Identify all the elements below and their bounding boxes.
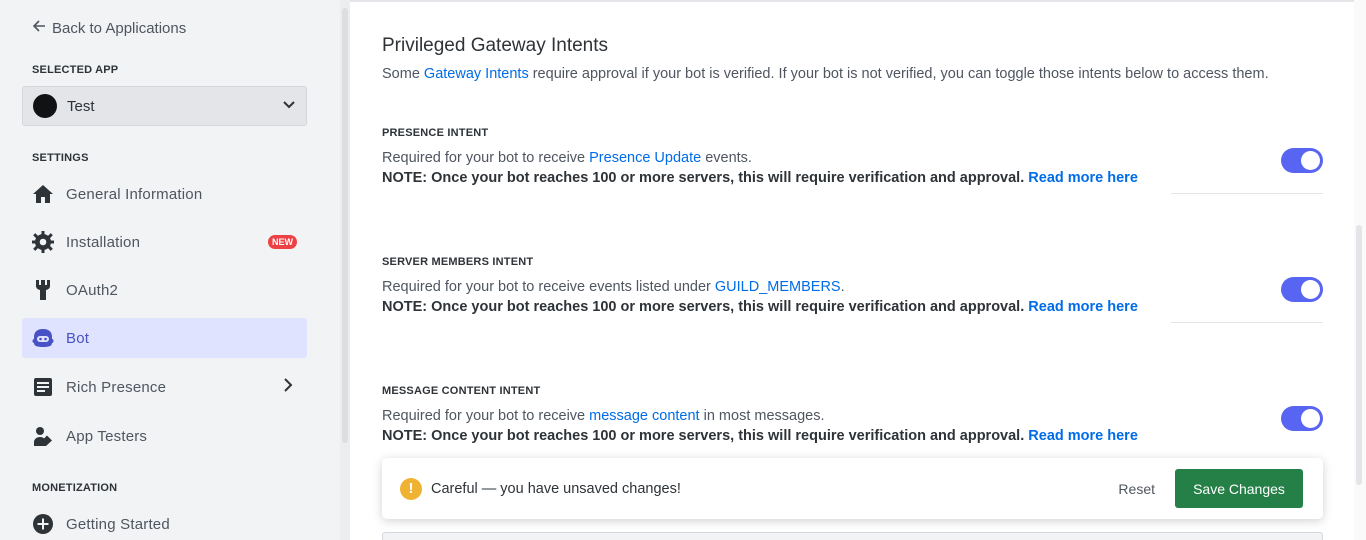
toggle-knob — [1301, 151, 1320, 170]
settings-heading: SETTINGS — [32, 152, 89, 164]
app-selector-dropdown[interactable]: Test — [22, 86, 307, 126]
read-more-link[interactable]: Read more here — [1028, 170, 1138, 186]
gateway-intents-link[interactable]: Gateway Intents — [424, 66, 529, 82]
page-title: Privileged Gateway Intents — [382, 35, 609, 56]
message-content-intent-description: Required for your bot to receive message… — [382, 408, 825, 424]
toggle-knob — [1301, 409, 1320, 428]
selected-app-heading: SELECTED APP — [32, 64, 119, 76]
plus-circle-icon — [32, 513, 54, 535]
back-to-applications-link[interactable]: Back to Applications — [32, 18, 186, 38]
next-section-box — [382, 532, 1323, 540]
new-badge: NEW — [268, 235, 297, 249]
desc-suffix: . — [840, 279, 845, 295]
app-avatar — [33, 94, 57, 118]
bot-icon — [32, 327, 54, 349]
back-label: Back to Applications — [52, 19, 187, 37]
divider — [1171, 193, 1323, 194]
sidebar-item-label: OAuth2 — [66, 281, 119, 299]
sidebar-item-label: General Information — [66, 185, 203, 203]
sidebar-item-getting-started[interactable]: Getting Started — [22, 504, 307, 540]
message-content-intent-toggle[interactable] — [1281, 406, 1323, 431]
section-description: Some Gateway Intents require approval if… — [382, 66, 1269, 82]
sidebar-item-label: App Testers — [66, 427, 148, 445]
desc-suffix: in most messages. — [699, 408, 825, 424]
chevron-down-icon — [282, 97, 296, 115]
message-content-intent-note: NOTE: Once your bot reaches 100 or more … — [382, 428, 1138, 444]
presence-intent-note: NOTE: Once your bot reaches 100 or more … — [382, 170, 1138, 186]
sidebar-item-label: Installation — [66, 233, 141, 251]
selected-app-name: Test — [67, 97, 95, 115]
warning-icon: ! — [400, 477, 422, 500]
desc-prefix: Required for your bot to receive events … — [382, 279, 715, 295]
chevron-right-icon — [283, 377, 293, 397]
main-scrollbar-thumb[interactable] — [1356, 225, 1362, 485]
desc-prefix: Required for your bot to receive — [382, 408, 590, 424]
sidebar-item-label: Rich Presence — [66, 378, 167, 396]
read-more-link[interactable]: Read more here — [1028, 299, 1138, 315]
desc-suffix: require approval if your bot is verified… — [528, 66, 1269, 82]
sidebar-item-oauth2[interactable]: OAuth2 — [22, 270, 307, 310]
toggle-knob — [1301, 280, 1320, 299]
unsaved-changes-message: Careful — you have unsaved changes! — [431, 480, 681, 497]
wrench-icon — [32, 279, 54, 301]
arrow-left-icon — [32, 19, 46, 37]
sidebar: Back to Applications SELECTED APP Test S… — [0, 0, 340, 540]
user-icon — [32, 425, 54, 447]
guild-members-link[interactable]: GUILD_MEMBERS — [715, 279, 841, 295]
sidebar-item-installation[interactable]: Installation NEW — [22, 222, 307, 262]
sidebar-item-app-testers[interactable]: App Testers — [22, 416, 307, 456]
message-content-intent-label: MESSAGE CONTENT INTENT — [382, 385, 541, 397]
server-members-intent-toggle[interactable] — [1281, 277, 1323, 302]
read-more-link[interactable]: Read more here — [1028, 428, 1138, 444]
unsaved-changes-bar: ! Careful — you have unsaved changes! Re… — [382, 458, 1323, 519]
presence-update-link[interactable]: Presence Update — [589, 150, 701, 166]
note-text: NOTE: Once your bot reaches 100 or more … — [382, 299, 1025, 315]
reset-button[interactable]: Reset — [1118, 481, 1155, 497]
presence-intent-label: PRESENCE INTENT — [382, 127, 489, 139]
presence-intent-toggle[interactable] — [1281, 148, 1323, 173]
sidebar-item-bot[interactable]: Bot — [22, 318, 307, 358]
document-icon — [32, 376, 54, 398]
server-members-intent-note: NOTE: Once your bot reaches 100 or more … — [382, 299, 1138, 315]
divider — [1171, 322, 1323, 323]
home-icon — [32, 183, 54, 205]
sidebar-item-general-information[interactable]: General Information — [22, 174, 307, 214]
note-text: NOTE: Once your bot reaches 100 or more … — [382, 170, 1025, 186]
gear-icon — [32, 231, 54, 253]
desc-suffix: events. — [701, 150, 752, 166]
server-members-intent-description: Required for your bot to receive events … — [382, 279, 845, 295]
desc-prefix: Some — [382, 66, 424, 82]
sidebar-item-rich-presence[interactable]: Rich Presence — [22, 367, 307, 407]
message-content-link[interactable]: message content — [589, 408, 699, 424]
sidebar-item-label: Getting Started — [66, 515, 170, 533]
presence-intent-description: Required for your bot to receive Presenc… — [382, 150, 752, 166]
server-members-intent-label: SERVER MEMBERS INTENT — [382, 256, 534, 268]
save-changes-button[interactable]: Save Changes — [1175, 469, 1303, 508]
sidebar-scrollbar-thumb[interactable] — [342, 8, 348, 443]
note-text: NOTE: Once your bot reaches 100 or more … — [382, 428, 1025, 444]
sidebar-item-label: Bot — [66, 329, 90, 347]
monetization-heading: MONETIZATION — [32, 482, 118, 494]
desc-prefix: Required for your bot to receive — [382, 150, 590, 166]
